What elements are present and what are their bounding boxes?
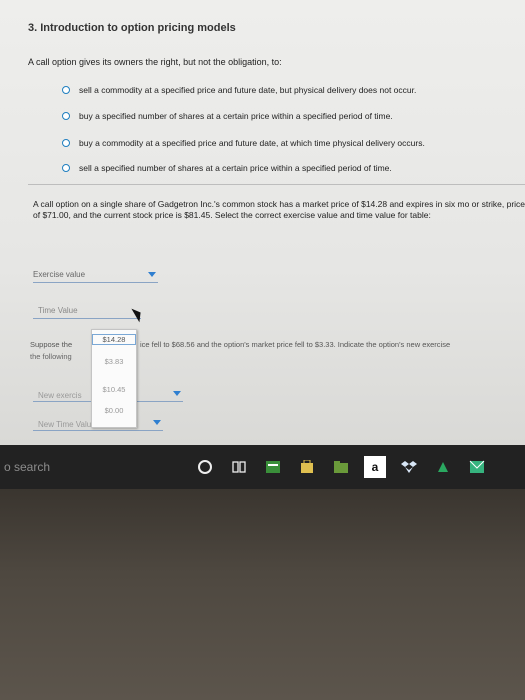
cortana-icon[interactable] <box>194 456 216 478</box>
taskbar-search-input[interactable]: o search <box>4 460 194 474</box>
folder-icon[interactable] <box>330 456 352 478</box>
amazon-letter: a <box>371 460 379 474</box>
dropdown-option[interactable]: $10.45 <box>92 385 136 394</box>
amazon-icon[interactable]: a <box>364 456 386 478</box>
question-3-text-line2: the following <box>30 352 72 361</box>
dropbox-icon[interactable] <box>398 456 420 478</box>
option-4[interactable]: sell a specified number of shares at a c… <box>62 163 392 173</box>
mail-icon[interactable] <box>466 456 488 478</box>
question-2-text: A call option on a single share of Gadge… <box>33 199 525 220</box>
file-explorer-icon[interactable] <box>262 456 284 478</box>
chevron-down-icon <box>173 391 181 396</box>
section-title: 3. Introduction to option pricing models <box>28 22 236 34</box>
dropdown-option[interactable]: $0.00 <box>92 406 136 415</box>
option-1[interactable]: sell a commodity at a specified price an… <box>62 85 416 95</box>
desk-surface <box>0 489 525 700</box>
dropdown-option[interactable]: $14.28 <box>92 334 136 345</box>
radio-icon[interactable] <box>62 86 70 94</box>
question-3-text-left: Suppose the <box>30 340 73 349</box>
money-icon[interactable] <box>432 456 454 478</box>
option-4-label: sell a specified number of shares at a c… <box>79 163 392 173</box>
time-value-select[interactable] <box>33 306 141 319</box>
exercise-value-select[interactable]: Exercise value <box>33 270 158 283</box>
option-2-label: buy a specified number of shares at a ce… <box>79 111 393 121</box>
exercise-value-label: Exercise value <box>33 270 86 279</box>
option-1-label: sell a commodity at a specified price an… <box>79 85 417 95</box>
question-3-text-right: ice fell to $68.56 and the option's mark… <box>140 340 451 349</box>
radio-icon[interactable] <box>62 139 70 147</box>
radio-icon[interactable] <box>62 164 70 172</box>
radio-icon[interactable] <box>62 112 70 120</box>
option-2[interactable]: buy a specified number of shares at a ce… <box>62 111 393 121</box>
taskbar: o search a <box>0 445 525 489</box>
chevron-down-icon <box>148 272 156 277</box>
store-icon[interactable] <box>296 456 318 478</box>
question-1-prompt: A call option gives its owners the right… <box>28 57 282 67</box>
browser-page: 3. Introduction to option pricing models… <box>0 0 525 445</box>
chevron-down-icon <box>153 420 161 425</box>
task-view-icon[interactable] <box>228 456 250 478</box>
section-divider <box>28 184 525 185</box>
option-3-label: buy a commodity at a specified price and… <box>79 138 425 148</box>
dropdown-option[interactable]: $3.83 <box>92 357 136 366</box>
option-3[interactable]: buy a commodity at a specified price and… <box>62 138 425 148</box>
dropdown-list[interactable]: $14.28 $3.83 $10.45 $0.00 <box>91 329 137 428</box>
